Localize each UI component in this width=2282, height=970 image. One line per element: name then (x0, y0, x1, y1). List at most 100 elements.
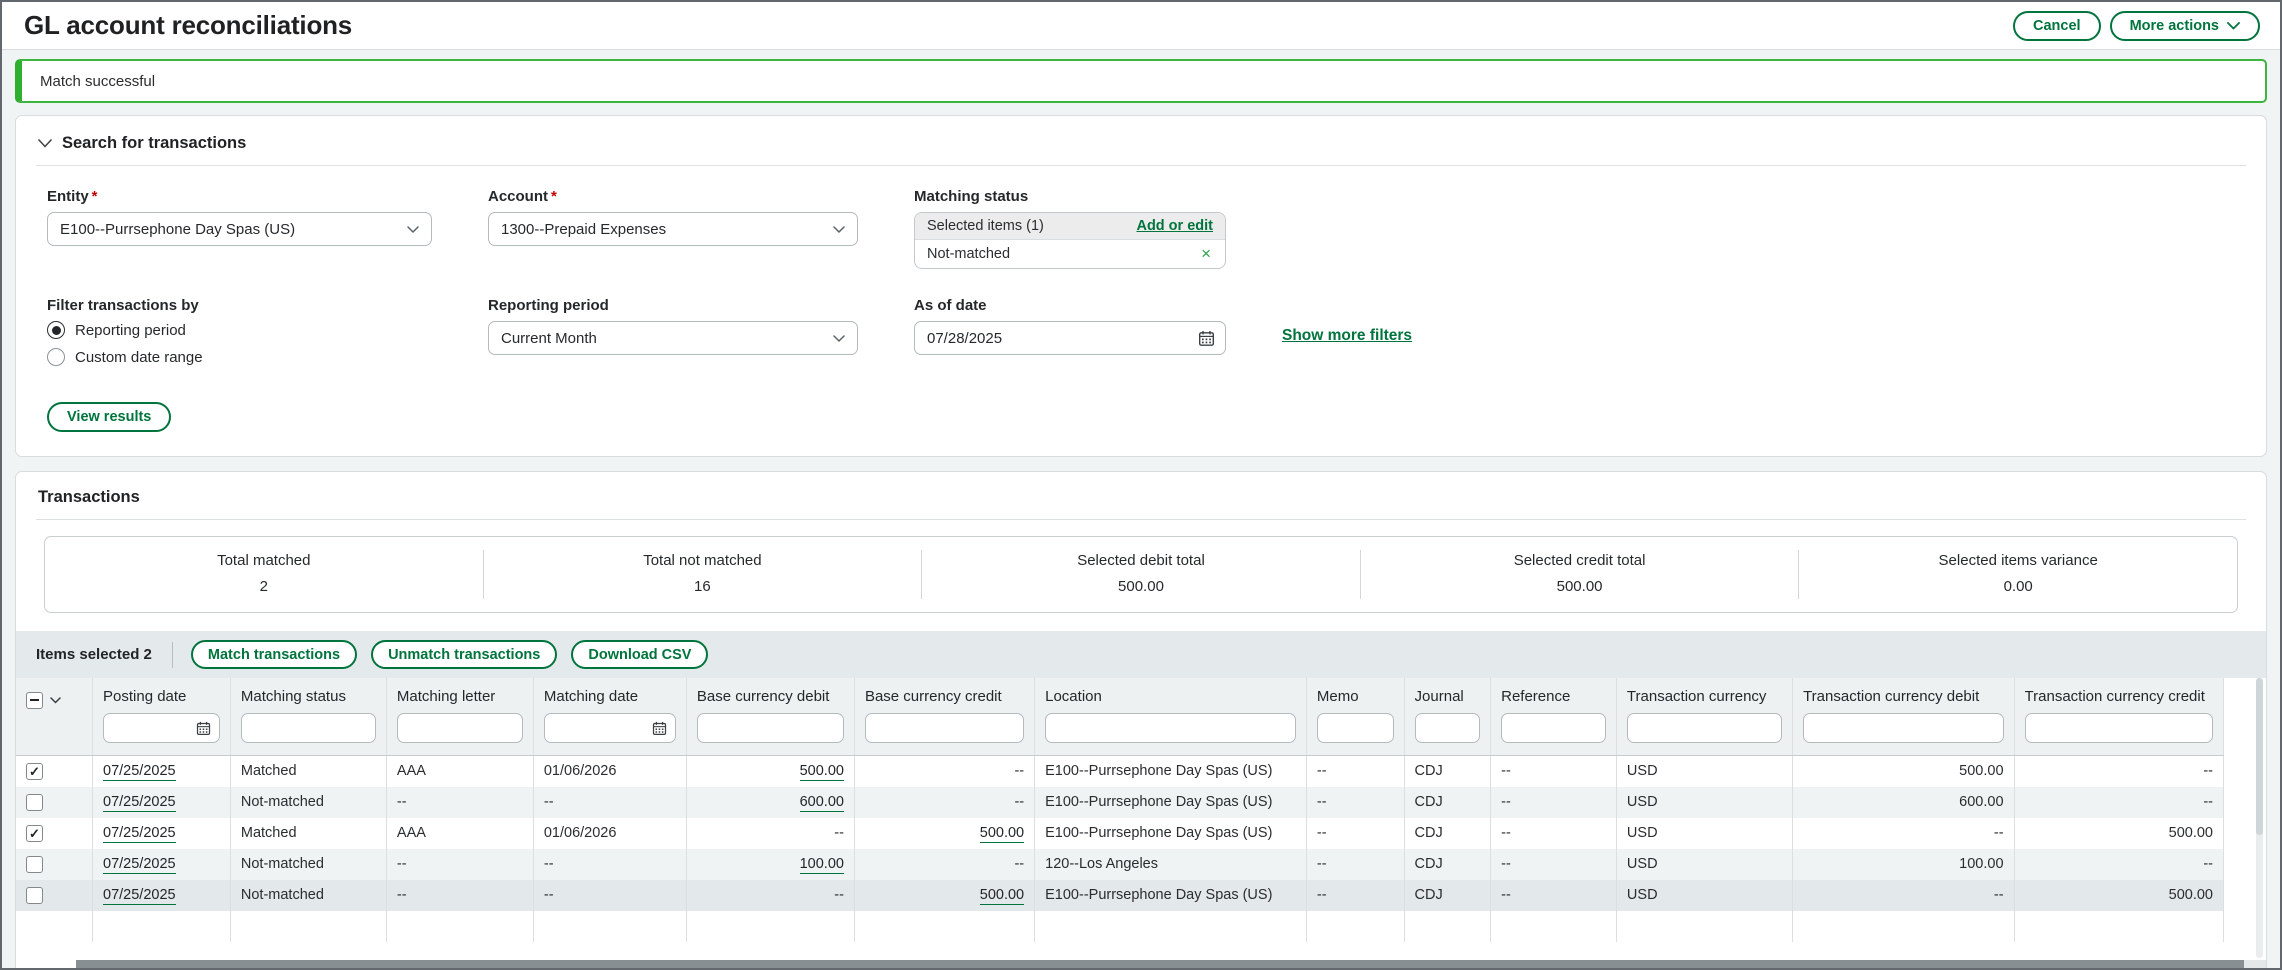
cancel-button[interactable]: Cancel (2013, 11, 2101, 41)
entity-select[interactable]: E100--Purrsephone Day Spas (US) (47, 212, 432, 246)
row-checkbox[interactable] (26, 794, 43, 811)
base-credit-link[interactable]: 500.00 (980, 825, 1024, 843)
column-header-memo[interactable]: Memo (1306, 678, 1404, 756)
cell-txn-credit: -- (2014, 849, 2223, 880)
column-header-base-debit[interactable]: Base currency debit (686, 678, 854, 756)
base-debit-link[interactable]: 500.00 (800, 763, 844, 781)
row-checkbox[interactable]: ✓ (26, 825, 43, 842)
remove-item-icon[interactable]: × (1201, 245, 1211, 262)
cell-txn-debit: 100.00 (1793, 849, 2014, 880)
search-panel-header[interactable]: Search for transactions (36, 130, 2246, 166)
base-debit-link[interactable]: 100.00 (800, 856, 844, 874)
summary-value: 2 (45, 578, 483, 595)
selected-items-count: Selected items (1) (927, 218, 1044, 234)
radio-selected-icon[interactable] (47, 321, 65, 339)
column-header-txn-currency[interactable]: Transaction currency (1616, 678, 1792, 756)
base-credit-link[interactable]: 500.00 (980, 887, 1024, 905)
posting-date-link[interactable]: 07/25/2025 (103, 856, 176, 874)
column-header-journal[interactable]: Journal (1404, 678, 1491, 756)
cell-posting-date: 07/25/2025 (93, 787, 231, 818)
matching-status-widget: Selected items (1) Add or edit Not-match… (914, 212, 1226, 269)
row-select-cell: ✓ (16, 818, 93, 849)
radio-reporting-period[interactable]: Reporting period (47, 321, 432, 339)
cell-txn-credit: -- (2014, 756, 2223, 787)
table-row: 07/25/2025Not-matched----600.00--E100--P… (16, 787, 2224, 818)
row-select-cell (16, 880, 93, 911)
radio-custom-date-range[interactable]: Custom date range (47, 348, 432, 366)
entity-field: Entity* E100--Purrsephone Day Spas (US) (47, 188, 432, 269)
required-asterisk: * (92, 188, 98, 205)
account-field: Account* 1300--Prepaid Expenses (488, 188, 858, 269)
match-transactions-button[interactable]: Match transactions (191, 640, 357, 669)
cell-matching-status: Not-matched (230, 880, 386, 911)
summary-value: 16 (484, 578, 922, 595)
column-filter-input[interactable] (1045, 713, 1296, 743)
download-csv-button[interactable]: Download CSV (571, 640, 708, 669)
column-label: Matching date (544, 688, 676, 705)
column-filter-input[interactable] (1501, 713, 1606, 743)
matching-status-label: Matching status (914, 188, 1226, 205)
cell-base-debit: 600.00 (686, 787, 854, 818)
posting-date-link[interactable]: 07/25/2025 (103, 763, 176, 781)
as-of-date-input[interactable]: 07/28/2025 (914, 321, 1226, 355)
table-row: ✓07/25/2025MatchedAAA01/06/2026--500.00E… (16, 818, 2224, 849)
posting-date-link[interactable]: 07/25/2025 (103, 794, 176, 812)
column-filter-input[interactable] (241, 713, 376, 743)
calendar-icon[interactable] (652, 721, 667, 736)
as-of-date-label: As of date (914, 297, 1226, 314)
column-header-reference[interactable]: Reference (1491, 678, 1617, 756)
column-filter-input[interactable] (1627, 713, 1782, 743)
column-filter-input[interactable] (865, 713, 1024, 743)
column-header-matching-letter[interactable]: Matching letter (386, 678, 533, 756)
column-filter-input[interactable] (2025, 713, 2213, 743)
cell-memo: -- (1306, 849, 1404, 880)
collapse-chevron-icon[interactable] (38, 139, 52, 148)
posting-date-link[interactable]: 07/25/2025 (103, 887, 176, 905)
view-results-button[interactable]: View results (47, 402, 171, 432)
more-actions-button[interactable]: More actions (2110, 11, 2260, 41)
column-header-txn-credit[interactable]: Transaction currency credit (2014, 678, 2223, 756)
unmatch-transactions-button[interactable]: Unmatch transactions (371, 640, 557, 669)
row-checkbox[interactable] (26, 856, 43, 873)
cell-journal: CDJ (1404, 849, 1491, 880)
column-header-matching-date[interactable]: Matching date (533, 678, 686, 756)
column-header-txn-debit[interactable]: Transaction currency debit (1793, 678, 2014, 756)
cell-base-credit: -- (854, 787, 1034, 818)
column-header-matching-status[interactable]: Matching status (230, 678, 386, 756)
column-filter-input[interactable] (544, 713, 676, 743)
search-form-row-1: Entity* E100--Purrsephone Day Spas (US) … (36, 188, 2246, 269)
cell-location: E100--Purrsephone Day Spas (US) (1035, 756, 1307, 787)
column-header-base-credit[interactable]: Base currency credit (854, 678, 1034, 756)
calendar-icon[interactable] (1198, 330, 1215, 347)
column-header-location[interactable]: Location (1035, 678, 1307, 756)
horizontal-scrollbar[interactable] (76, 960, 2266, 968)
base-debit-link[interactable]: 600.00 (800, 794, 844, 812)
summary-value: 500.00 (1361, 578, 1799, 595)
column-filter-input[interactable] (397, 713, 523, 743)
column-filter-input[interactable] (697, 713, 844, 743)
search-panel-title: Search for transactions (62, 134, 246, 153)
column-filter-input[interactable] (1803, 713, 2003, 743)
select-all-checkbox[interactable] (26, 692, 43, 709)
transactions-toolbar: Items selected 2 Match transactionsUnmat… (16, 631, 2266, 678)
column-label: Base currency debit (697, 688, 844, 705)
transactions-table: Posting dateMatching statusMatching lett… (16, 678, 2224, 942)
column-filter-input[interactable] (1317, 713, 1394, 743)
cell-base-debit: -- (686, 818, 854, 849)
vertical-scrollbar[interactable] (2256, 678, 2263, 958)
row-checkbox[interactable] (26, 887, 43, 904)
reporting-period-select[interactable]: Current Month (488, 321, 858, 355)
account-select[interactable]: 1300--Prepaid Expenses (488, 212, 858, 246)
radio-unselected-icon[interactable] (47, 348, 65, 366)
posting-date-link[interactable]: 07/25/2025 (103, 825, 176, 843)
as-of-date-field: As of date 07/28/2025 (914, 297, 1226, 366)
calendar-icon[interactable] (196, 721, 211, 736)
column-filter-input[interactable] (1415, 713, 1481, 743)
toolbar-divider (172, 642, 173, 668)
column-header-posting-date[interactable]: Posting date (93, 678, 231, 756)
row-checkbox[interactable]: ✓ (26, 763, 43, 780)
column-filter-input[interactable] (103, 713, 220, 743)
show-more-filters-link[interactable]: Show more filters (1282, 327, 1412, 344)
add-or-edit-link[interactable]: Add or edit (1136, 218, 1213, 234)
filter-transactions-by-field: Filter transactions by Reporting period … (47, 297, 432, 366)
